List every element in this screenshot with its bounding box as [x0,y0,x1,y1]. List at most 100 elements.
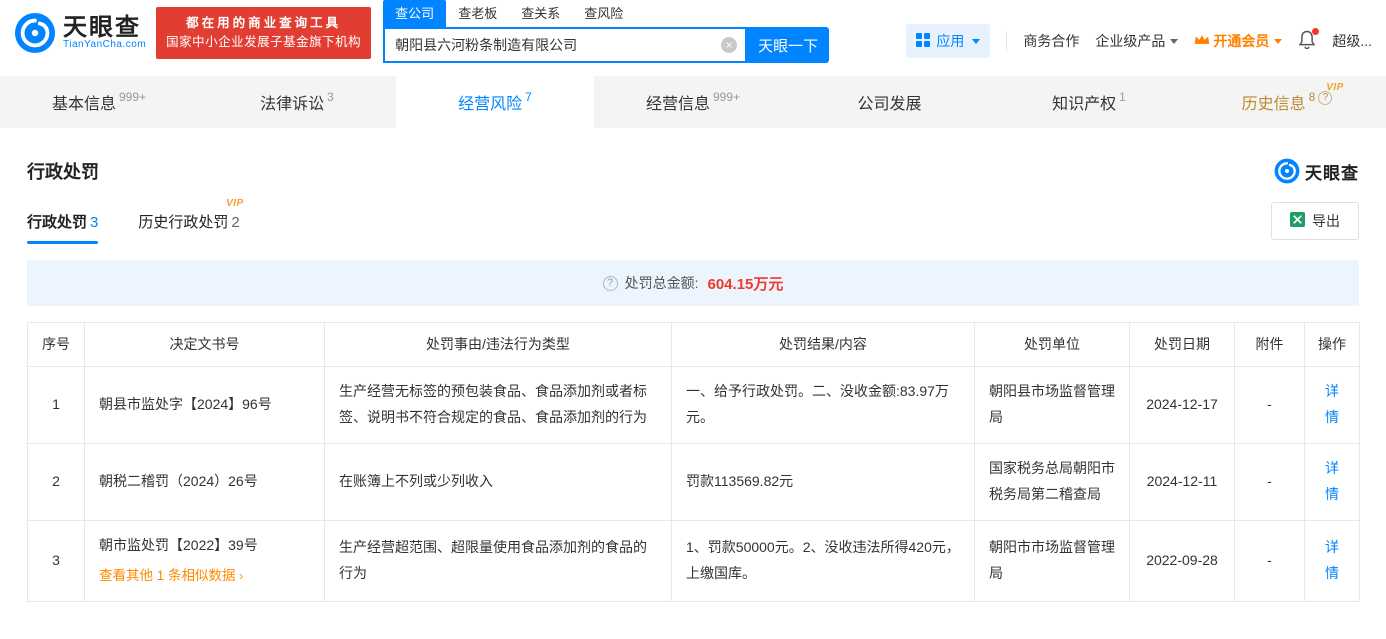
logo-subtitle: TianYanCha.com [63,39,147,51]
search-tab-boss[interactable]: 查老板 [446,0,509,27]
chevron-down-icon [1274,38,1283,44]
col-header-date: 处罚日期 [1129,322,1235,367]
subtab-admin-penalty[interactable]: 行政处罚 3 [27,211,99,244]
similar-data-label: 查看其他 1 条相似数据 [99,568,236,584]
search-input-box: × [383,27,748,63]
main-content: 行政处罚 天眼查 行政处罚 3 VIP 历史行政处罚 2 导出 ? 处罚总金额:… [0,158,1386,622]
excel-icon [1290,212,1305,230]
col-header-result: 处罚结果/内容 [671,322,975,367]
tab-label: 经营风险 [458,96,523,113]
help-icon[interactable]: ? [1318,91,1333,105]
question-icon[interactable]: ? [602,275,618,291]
cell-attachment: - [1234,442,1305,521]
tab-company-development[interactable]: 公司发展 [792,76,990,128]
chevron-down-icon [1170,38,1179,44]
subtab-history-admin-penalty[interactable]: VIP 历史行政处罚 2 [138,198,243,244]
subtab-count: 3 [90,213,99,231]
detail-link[interactable]: 详情 [1325,460,1339,502]
tab-operating-risk[interactable]: 经营风险 7 [396,76,594,128]
cell-attachment: - [1234,366,1305,444]
table-row: 2 朝税二稽罚（2024）26号 在账簿上不列或少列收入 罚款113569.82… [27,442,1360,521]
col-header-reason: 处罚事由/违法行为类型 [324,322,672,367]
summary-label: 处罚总金额: [624,275,699,291]
top-header: 天眼查 TianYanCha.com 都在用的商业查询工具 国家中小企业发展子基… [0,0,1386,66]
search-input[interactable] [395,37,722,53]
apps-button[interactable]: 应用 [906,24,991,58]
open-vip-label: 开通会员 [1213,33,1270,49]
company-nav-tabs: 基本信息 999+ 法律诉讼 3 经营风险 7 经营信息 999+ 公司发展 知… [0,76,1386,128]
search-tabs: 查公司 查老板 查关系 查风险 [383,0,829,27]
notification-bell-icon[interactable] [1298,28,1320,52]
enterprise-products-label: 企业级产品 [1095,33,1166,49]
chevron-down-icon [972,38,981,44]
penalty-summary-bar: ? 处罚总金额: 604.15万元 [27,260,1359,306]
search-button[interactable]: 天眼一下 [747,27,830,63]
tab-basic-info[interactable]: 基本信息 999+ [0,76,198,128]
grid-icon [916,32,931,50]
tab-operating-info[interactable]: 经营信息 999+ [594,76,792,128]
promo-banner-line2: 国家中小企业发展子基金旗下机构 [166,35,362,49]
detail-link[interactable]: 详情 [1325,539,1339,581]
header-actions: 应用 商务合作 企业级产品 开通会员 超级... [906,8,1372,58]
cell-no: 2 [27,442,85,521]
tab-label: 法律诉讼 [260,96,325,113]
tab-history-info[interactable]: VIP 历史信息 8 ? [1188,76,1386,128]
brand-watermark: 天眼查 [1274,158,1359,184]
cell-reason: 生产经营超范围、超限量使用食品添加剂的食品的行为 [324,519,672,603]
tab-label: 公司发展 [857,96,922,113]
subtab-label: 行政处罚 [27,213,88,231]
cell-unit: 朝阳县市场监督管理局 [974,366,1130,444]
cell-reason: 在账簿上不列或少列收入 [324,442,672,521]
tianyancha-logo-icon [1274,158,1300,184]
cell-doc-no: 朝税二稽罚（2024）26号 [84,442,325,521]
tianyancha-logo[interactable]: 天眼查 TianYanCha.com [14,12,146,54]
crown-icon [1194,33,1210,49]
tab-count: 3 [327,90,334,104]
logo-title: 天眼查 [63,14,141,42]
subtab-count: 2 [231,213,240,231]
col-header-unit: 处罚单位 [974,322,1130,367]
penalty-table: 序号 决定文书号 处罚事由/违法行为类型 处罚结果/内容 处罚单位 处罚日期 附… [27,322,1360,603]
col-header-attachment: 附件 [1234,322,1305,367]
promo-banner-line1: 都在用的商业查询工具 [186,15,342,30]
detail-link[interactable]: 详情 [1325,383,1339,425]
tab-label: 知识产权 [1052,96,1117,113]
search-tab-risk[interactable]: 查风险 [572,0,635,27]
enterprise-products-link[interactable]: 企业级产品 [1095,31,1179,51]
tab-count: 1 [1119,90,1126,104]
page-title: 行政处罚 [27,162,99,182]
notification-dot [1312,28,1320,35]
user-menu[interactable]: 超级... [1332,31,1372,51]
tab-count: 999+ [712,90,741,104]
search-tab-relation[interactable]: 查关系 [509,0,572,27]
cell-no: 3 [27,519,85,603]
table-row: 1 朝县市监处字【2024】96号 生产经营无标签的预包装食品、食品添加剂或者标… [27,366,1360,444]
cell-no: 1 [27,366,85,444]
tab-intellectual-property[interactable]: 知识产权 1 [990,76,1188,128]
tianyancha-logo-icon [14,12,56,54]
vip-badge: VIP [226,197,244,209]
search-area: 查公司 查老板 查关系 查风险 × 天眼一下 [383,0,830,63]
cell-doc-no: 朝县市监处字【2024】96号 [84,366,325,444]
cell-unit: 国家税务总局朝阳市税务局第二稽查局 [974,442,1130,521]
cell-date: 2022-09-28 [1129,519,1235,603]
tab-legal-litigation[interactable]: 法律诉讼 3 [198,76,396,128]
brand-name: 天眼查 [1305,163,1359,183]
export-button[interactable]: 导出 [1271,202,1359,240]
col-header-no: 序号 [27,322,85,367]
tab-count: 7 [525,90,532,104]
similar-data-link[interactable]: 查看其他 1 条相似数据 › [99,564,243,589]
tab-label: 经营信息 [645,96,710,113]
cell-result: 1、罚款50000元。2、没收违法所得420元，上缴国库。 [671,519,975,603]
col-header-doc-no: 决定文书号 [84,322,325,367]
open-vip-link[interactable]: 开通会员 [1194,31,1283,51]
divider [1006,31,1008,51]
col-header-action: 操作 [1304,322,1360,367]
tab-count: 8 [1308,90,1316,104]
tab-count: 999+ [118,90,147,104]
subtab-label: 历史行政处罚 [138,213,229,231]
cell-reason: 生产经营无标签的预包装食品、食品添加剂或者标签、说明书不符合规定的食品、食品添加… [324,366,672,444]
search-tab-company[interactable]: 查公司 [383,0,447,27]
business-cooperation-link[interactable]: 商务合作 [1023,31,1079,51]
clear-search-icon[interactable]: × [721,37,738,53]
